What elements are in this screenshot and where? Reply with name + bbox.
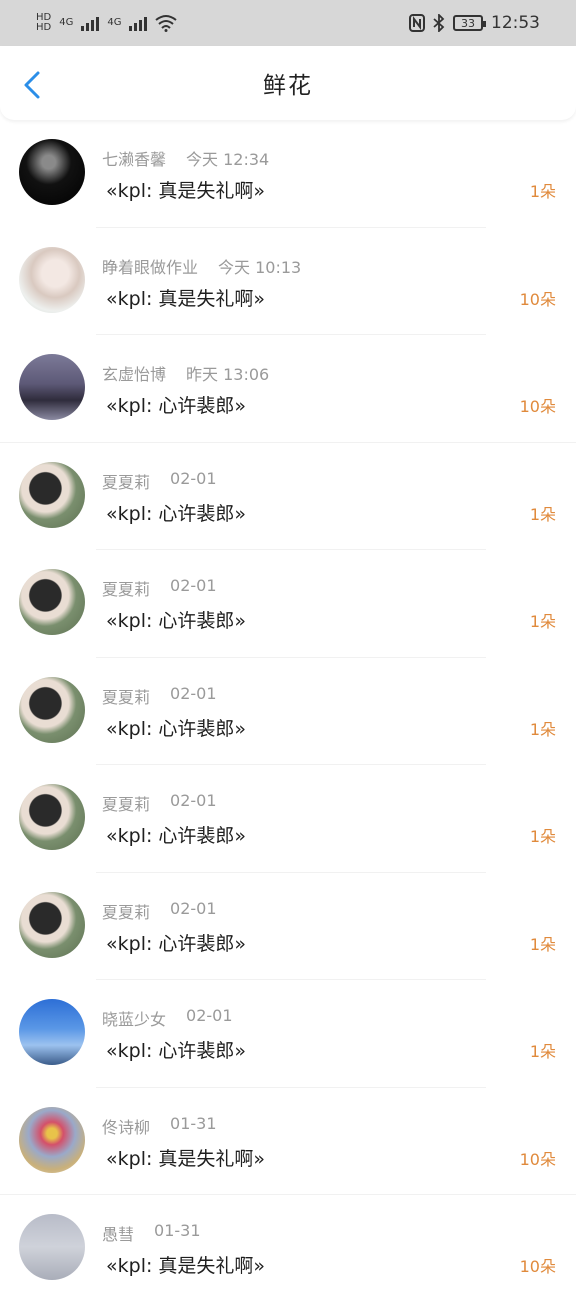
timestamp: 02-01	[170, 683, 217, 703]
flower-count: 1朵	[529, 182, 556, 201]
user-name: 七濑香馨	[102, 150, 167, 169]
avatar[interactable]	[19, 891, 85, 958]
status-left: HD HD 4G 4G	[36, 12, 178, 33]
flower-count: 1朵	[529, 934, 556, 954]
flower-count: 10朵	[519, 1149, 556, 1169]
user-name: 夏夏莉	[102, 472, 151, 492]
list-item[interactable]: 夏夏莉 02-01 «kpl: 心许裴郎» 1朵	[0, 658, 576, 765]
message-text: «kpl: 心许裴郎»	[106, 717, 247, 740]
message-text: «kpl: 心许裴郎»	[106, 825, 247, 847]
message-text: «kpl: 真是失礼啊»	[106, 180, 266, 202]
avatar[interactable]	[19, 1214, 85, 1280]
page-title: 鲜花	[263, 73, 313, 99]
avatar[interactable]	[19, 139, 85, 205]
bluetooth-icon	[433, 14, 445, 32]
list-item[interactable]: 睁着眼做作业 今天 10:13 «kpl: 真是失礼啊» 10朵	[0, 228, 576, 335]
flower-count: 10朵	[519, 397, 556, 416]
flower-count: 10朵	[519, 1257, 556, 1276]
avatar[interactable]	[19, 461, 85, 528]
list-item[interactable]: 夏夏莉 02-01 «kpl: 心许裴郎» 1朵	[0, 765, 576, 873]
message-text: «kpl: 真是失礼啊»	[106, 1255, 266, 1277]
avatar[interactable]	[19, 999, 85, 1065]
timestamp: 02-01	[170, 576, 217, 595]
flower-count: 1朵	[529, 504, 556, 524]
list-item[interactable]: 七濑香馨 今天 12:34 «kpl: 真是失礼啊» 1朵	[0, 120, 576, 228]
user-name: 玄虚怡博	[102, 365, 167, 384]
avatar[interactable]	[19, 354, 85, 420]
list-item[interactable]: 晓蓝少女 02-01 «kpl: 心许裴郎» 1朵	[0, 980, 576, 1088]
avatar[interactable]	[19, 246, 85, 313]
avatar[interactable]	[19, 784, 85, 850]
signal-1-icon	[81, 15, 100, 31]
user-name: 晓蓝少女	[102, 1010, 167, 1029]
avatar[interactable]	[19, 1106, 85, 1173]
nfc-icon	[409, 14, 425, 32]
timestamp: 02-01	[170, 468, 217, 488]
message-text: «kpl: 心许裴郎»	[106, 395, 247, 417]
battery-level: 33	[461, 16, 475, 30]
timestamp: 02-01	[186, 1006, 233, 1025]
hd-labels: HD HD	[36, 12, 52, 33]
status-right: 33 12:53	[409, 13, 540, 33]
flower-count: 1朵	[529, 827, 556, 846]
list-item[interactable]: 愚彗 01-31 «kpl: 真是失礼啊» 10朵	[0, 1195, 576, 1303]
chevron-left-icon	[24, 71, 40, 99]
signal-2-icon	[129, 15, 148, 31]
network-label-1: 4G	[59, 17, 74, 28]
avatar[interactable]	[19, 676, 85, 743]
timestamp: 昨天 13:06	[186, 365, 270, 384]
message-text: «kpl: 真是失礼啊»	[106, 1147, 266, 1170]
user-name: 愚彗	[102, 1225, 135, 1244]
message-text: «kpl: 心许裴郎»	[106, 1040, 247, 1062]
message-text: «kpl: 真是失礼啊»	[106, 287, 266, 310]
wifi-icon	[155, 15, 178, 32]
list-item[interactable]: 夏夏莉 02-01 «kpl: 心许裴郎» 1朵	[0, 443, 576, 550]
flower-list: 七濑香馨 今天 12:34 «kpl: 真是失礼啊» 1朵 睁着眼做作业 今天 10…	[0, 120, 576, 1303]
user-name: 夏夏莉	[102, 902, 151, 922]
message-text: «kpl: 心许裴郎»	[106, 932, 247, 955]
user-name: 夏夏莉	[102, 580, 151, 599]
user-name: 夏夏莉	[102, 795, 151, 814]
timestamp: 02-01	[170, 898, 217, 918]
timestamp: 今天 10:13	[218, 257, 302, 277]
back-button[interactable]	[20, 70, 44, 100]
timestamp: 01-31	[170, 1113, 217, 1133]
list-item[interactable]: 夏夏莉 02-01 «kpl: 心许裴郎» 1朵	[0, 550, 576, 658]
user-name: 睁着眼做作业	[102, 257, 199, 277]
status-bar: HD HD 4G 4G 33 12:53	[0, 0, 576, 46]
list-item[interactable]: 佟诗柳 01-31 «kpl: 真是失礼啊» 10朵	[0, 1088, 576, 1195]
timestamp: 今天 12:34	[186, 150, 270, 169]
timestamp: 01-31	[154, 1221, 201, 1240]
header: 鲜花	[0, 46, 576, 120]
message-text: «kpl: 心许裴郎»	[106, 502, 247, 525]
message-text: «kpl: 心许裴郎»	[106, 610, 247, 632]
user-name: 夏夏莉	[102, 687, 151, 707]
flower-count: 10朵	[519, 289, 556, 309]
flower-count: 1朵	[529, 719, 556, 739]
list-item[interactable]: 夏夏莉 02-01 «kpl: 心许裴郎» 1朵	[0, 873, 576, 980]
network-label-2: 4G	[107, 17, 122, 28]
user-name: 佟诗柳	[102, 1117, 151, 1137]
list-item[interactable]: 玄虚怡博 昨天 13:06 «kpl: 心许裴郎» 10朵	[0, 335, 576, 443]
flower-count: 1朵	[529, 1042, 556, 1061]
clock: 12:53	[491, 13, 540, 33]
timestamp: 02-01	[170, 791, 217, 810]
flower-count: 1朵	[529, 612, 556, 631]
battery-icon: 33	[453, 15, 486, 31]
avatar[interactable]	[19, 569, 85, 635]
